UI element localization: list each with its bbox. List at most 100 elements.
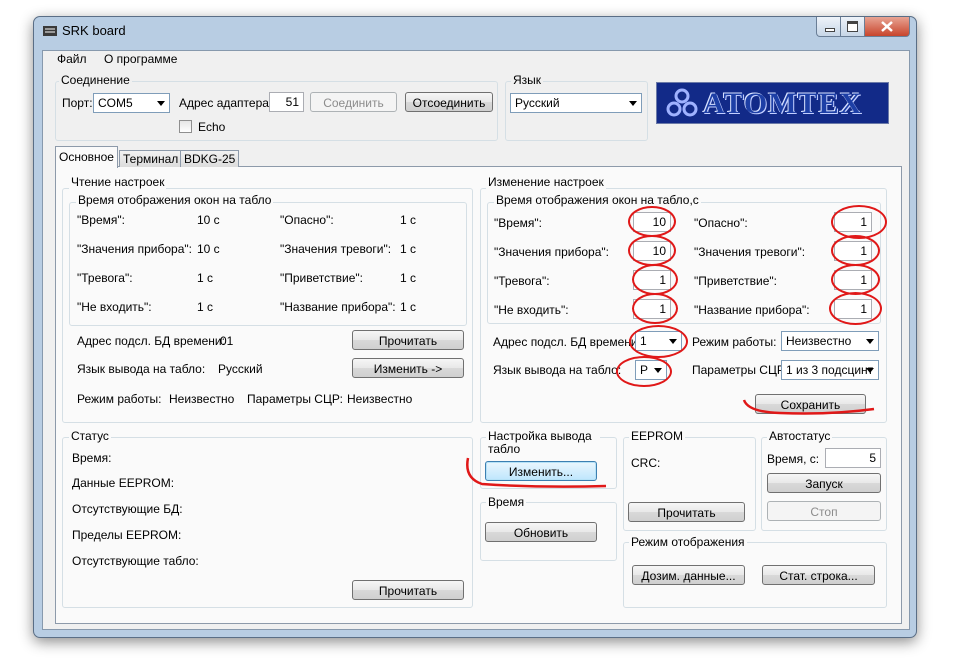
status-eeprom-label: Данные EEPROM: <box>72 476 175 490</box>
change-alarm-values-input[interactable]: 1 <box>834 241 872 261</box>
change-alarm-input[interactable]: 1 <box>633 270 671 290</box>
time-update-button[interactable]: Обновить <box>485 522 597 542</box>
display-mode-title: Режим отображения <box>629 535 747 549</box>
change-device-values-label: "Значения прибора": <box>494 245 609 259</box>
read-no-entry-value: 1 с <box>197 300 214 314</box>
close-button[interactable] <box>864 17 910 37</box>
chevron-down-icon <box>669 339 677 344</box>
stat-line-button[interactable]: Стат. строка... <box>762 565 875 585</box>
read-greeting-label: "Приветствие": <box>280 271 363 285</box>
tab-terminal[interactable]: Терминал <box>119 150 183 167</box>
read-settings-title: Чтение настроек <box>69 175 167 189</box>
read-device-values-label: "Значения прибора": <box>77 242 192 256</box>
adapter-address-input[interactable]: 51 <box>269 92 304 112</box>
change-greeting-label: "Приветствие": <box>694 274 777 288</box>
autostatus-title: Автостатус <box>767 429 833 443</box>
change-device-values-input[interactable]: 10 <box>633 241 671 261</box>
autostatus-time-input[interactable]: 5 <box>825 448 881 468</box>
change-mode-select[interactable]: Неизвестно <box>781 331 879 351</box>
eeprom-read-button[interactable]: Прочитать <box>628 502 745 522</box>
read-mode-value: Неизвестно <box>169 392 235 406</box>
app-icon <box>43 26 57 36</box>
change-danger-label: "Опасно": <box>694 216 748 230</box>
dosim-data-button[interactable]: Дозим. данные... <box>632 565 745 585</box>
read-params-value: Неизвестно <box>347 392 413 406</box>
change-mode-value: Неизвестно <box>786 334 852 348</box>
chevron-down-icon <box>629 101 637 106</box>
change-addr-value: 1 <box>640 334 647 348</box>
autostatus-time-label: Время, с: <box>767 452 820 466</box>
atomtex-logo: ATOMTEX <box>656 82 889 124</box>
change-settings-title: Изменение настроек <box>486 175 606 189</box>
read-addr-label: Адрес подсл. БД времени: <box>77 334 225 348</box>
tab-bdkg25[interactable]: BDKG-25 <box>180 150 240 167</box>
adapter-label: Адрес адаптера: <box>179 96 273 110</box>
port-label: Порт: <box>62 96 93 110</box>
read-lang-label: Язык вывода на табло: <box>77 362 206 376</box>
read-settings-button[interactable]: Прочитать <box>352 330 464 350</box>
port-select[interactable]: COM5 <box>93 93 170 113</box>
status-missing-db-label: Отсутствующие БД: <box>72 502 183 516</box>
change-no-entry-label: "Не входить": <box>494 303 569 317</box>
read-times-title: Время отображения окон на табло <box>76 193 274 207</box>
read-addr-value: 01 <box>220 334 234 348</box>
change-device-name-input[interactable]: 1 <box>834 299 872 319</box>
minimize-icon <box>825 28 835 32</box>
close-icon <box>881 21 893 32</box>
change-time-label: "Время": <box>494 216 542 230</box>
chevron-down-icon <box>157 101 165 106</box>
change-times-title: Время отображения окон на табло,с <box>494 193 701 207</box>
read-time-label: "Время": <box>77 213 125 227</box>
chevron-down-icon <box>866 339 874 344</box>
read-danger-value: 1 с <box>400 213 417 227</box>
autostatus-stop-button[interactable]: Стоп <box>767 501 881 521</box>
tab-main[interactable]: Основное <box>55 146 118 168</box>
read-no-entry-label: "Не входить": <box>77 300 152 314</box>
echo-checkbox[interactable] <box>179 120 192 133</box>
read-alarm-values-label: "Значения тревоги": <box>280 242 392 256</box>
autostatus-start-button[interactable]: Запуск <box>767 473 881 493</box>
read-alarm-label: "Тревога": <box>77 271 133 285</box>
read-mode-label: Режим работы: <box>77 392 162 406</box>
maximize-button[interactable] <box>840 17 865 37</box>
change-device-name-label: "Название прибора": <box>694 303 810 317</box>
status-time-label: Время: <box>72 451 112 465</box>
language-select[interactable]: Русский <box>510 93 642 113</box>
change-lang-label: Язык вывода на табло: <box>493 363 622 377</box>
change-params-value: 1 из 3 подсцинт <box>786 363 874 377</box>
eeprom-crc-label: CRC: <box>631 456 661 470</box>
menu-about[interactable]: О программе <box>104 52 177 66</box>
minimize-button[interactable] <box>816 17 841 37</box>
language-value: Русский <box>515 96 560 110</box>
disconnect-button[interactable]: Отсоединить <box>405 92 493 112</box>
change-lang-value: Р <box>640 363 649 377</box>
change-params-select[interactable]: 1 из 3 подсцинт <box>781 360 879 380</box>
time-title: Время <box>486 495 527 509</box>
status-read-button[interactable]: Прочитать <box>352 580 464 600</box>
read-device-name-label: "Название прибора": <box>280 300 396 314</box>
read-danger-label: "Опасно": <box>280 213 334 227</box>
connect-button[interactable]: Соединить <box>310 92 397 112</box>
chevron-down-icon <box>654 368 662 373</box>
change-lang-select[interactable]: Р <box>635 360 667 380</box>
chevron-down-icon <box>866 368 874 373</box>
change-addr-select[interactable]: 1 <box>635 331 682 351</box>
status-title: Статус <box>69 429 111 443</box>
copy-to-change-button[interactable]: Изменить -> <box>352 358 464 378</box>
logo-emblem-icon <box>666 88 698 117</box>
change-params-label: Параметры СЦР: <box>692 363 788 377</box>
read-params-label: Параметры СЦР: <box>247 392 343 406</box>
change-danger-input[interactable]: 1 <box>834 212 872 232</box>
change-no-entry-input[interactable]: 1 <box>633 299 671 319</box>
status-limits-label: Пределы EEPROM: <box>72 528 182 542</box>
port-value: COM5 <box>98 96 133 110</box>
menu-file[interactable]: Файл <box>57 52 87 66</box>
change-time-input[interactable]: 10 <box>633 212 671 232</box>
read-device-values-value: 10 с <box>197 242 220 256</box>
logo-text: ATOMTEX <box>703 87 863 120</box>
window-title: SRK board <box>62 23 126 38</box>
connection-title: Соединение <box>59 73 132 87</box>
read-greeting-value: 1 с <box>400 271 417 285</box>
language-title: Язык <box>511 73 544 87</box>
change-greeting-input[interactable]: 1 <box>834 270 872 290</box>
